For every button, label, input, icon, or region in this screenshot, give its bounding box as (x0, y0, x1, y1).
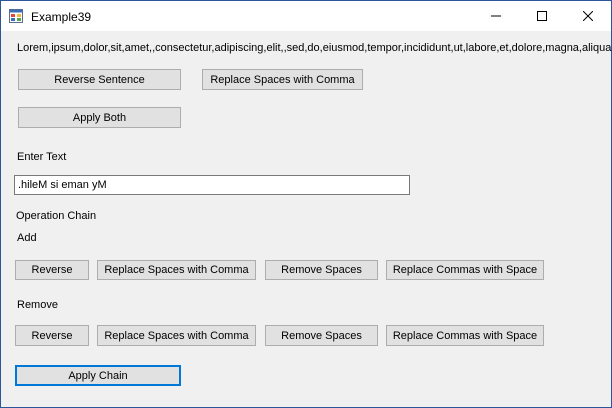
apply-chain-button[interactable]: Apply Chain (15, 365, 181, 386)
operation-chain-label: Operation Chain (16, 210, 97, 222)
window-title: Example39 (31, 10, 92, 24)
apply-both-button[interactable]: Apply Both (18, 107, 181, 128)
result-text: Lorem,ipsum,dolor,sit,amet,,consectetur,… (17, 42, 612, 54)
close-icon (583, 11, 593, 21)
app-icon (9, 9, 23, 23)
remove-reverse-button[interactable]: Reverse (15, 325, 89, 346)
text-input[interactable] (14, 175, 410, 195)
maximize-button[interactable] (519, 1, 565, 31)
add-label: Add (17, 232, 37, 244)
remove-replace-spaces-comma-button[interactable]: Replace Spaces with Comma (97, 325, 256, 346)
minimize-icon (491, 15, 501, 17)
enter-text-label: Enter Text (17, 151, 67, 163)
add-replace-commas-space-button[interactable]: Replace Commas with Space (386, 260, 544, 280)
add-reverse-button[interactable]: Reverse (15, 260, 89, 280)
reverse-sentence-button[interactable]: Reverse Sentence (18, 69, 181, 90)
maximize-icon (537, 11, 547, 21)
minimize-button[interactable] (473, 1, 519, 31)
title-bar[interactable]: Example39 (1, 1, 611, 31)
close-button[interactable] (565, 1, 611, 31)
replace-spaces-comma-button[interactable]: Replace Spaces with Comma (202, 69, 363, 90)
add-remove-spaces-button[interactable]: Remove Spaces (265, 260, 378, 280)
app-window: Example39 Lorem,ipsum,dolor,sit,amet,,co… (0, 0, 612, 408)
remove-remove-spaces-button[interactable]: Remove Spaces (265, 325, 378, 346)
add-replace-spaces-comma-button[interactable]: Replace Spaces with Comma (97, 260, 256, 280)
remove-replace-commas-space-button[interactable]: Replace Commas with Space (386, 325, 544, 346)
remove-label: Remove (17, 299, 58, 311)
